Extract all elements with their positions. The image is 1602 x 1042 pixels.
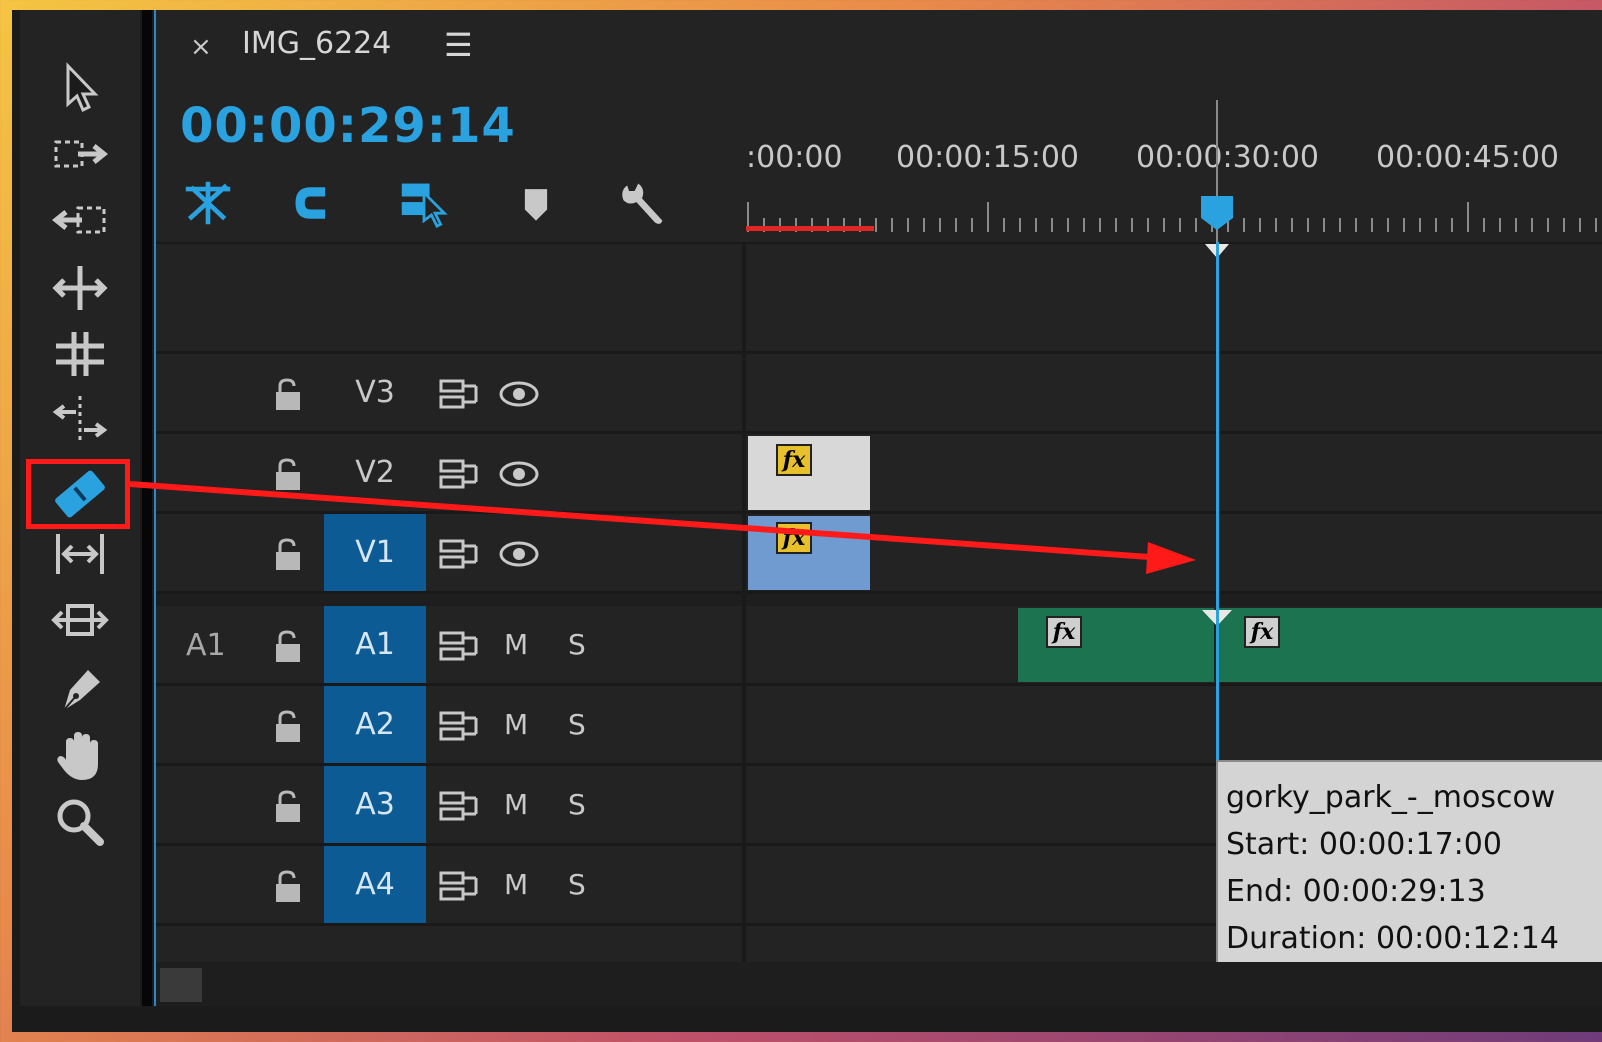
track-a2: A2 M S [156,686,1602,766]
add-marker-icon[interactable] [506,176,566,230]
track-select-backward-icon[interactable] [42,190,118,250]
track-header-v3: V3 [156,354,742,431]
track-a1: A1 A1 M S fx fx [156,606,1602,686]
sync-lock-icon[interactable] [438,538,480,570]
premiere-window: × IMG_6224 ☰ 00:00:29:14 :00:00 00:00:15… [12,10,1602,1032]
track-name-a4[interactable]: A4 [324,846,426,923]
track-visibility-eye-icon[interactable] [498,540,540,568]
track-v1: V1 fx [156,514,1602,594]
empty-track-area [156,244,1602,354]
solo-button[interactable]: S [568,628,586,661]
track-header-a1: A1 A1 M S [156,606,742,683]
track-name-v1[interactable]: V1 [324,514,426,591]
track-header-v1: V1 [156,514,742,591]
tooltip-end: End: 00:00:29:13 [1226,874,1486,909]
horizontal-scrollbar[interactable] [156,962,1602,1006]
snap-magnet-icon[interactable] [284,176,344,230]
slide-tool-icon[interactable] [42,590,118,650]
track-v2: V2 fx [156,434,1602,514]
hand-tool-icon[interactable] [42,726,118,786]
rate-stretch-icon[interactable] [42,390,118,450]
selection-tool-icon[interactable] [42,58,118,118]
solo-button[interactable]: S [568,788,586,821]
fx-badge: fx [776,444,812,476]
sync-lock-icon[interactable] [438,630,480,662]
track-lock-icon[interactable] [272,536,304,572]
panel-divider [142,10,152,1006]
nest-sequence-icon[interactable] [178,176,238,230]
timeline-settings-wrench-icon[interactable] [612,176,672,230]
pen-tool-icon[interactable] [42,658,118,718]
solo-button[interactable]: S [568,868,586,901]
sequence-tab-title[interactable]: IMG_6224 [242,26,391,61]
work-area-bar [746,226,874,231]
track-name-v3[interactable]: V3 [324,354,426,431]
mute-button[interactable]: M [504,788,528,821]
panel-menu-icon[interactable]: ☰ [444,26,473,64]
ruler-label-45: 00:00:45:00 [1376,140,1560,175]
video-clip-v1[interactable]: fx [748,516,870,590]
tooltip-duration: Duration: 00:00:12:14 [1226,921,1559,956]
track-lock-icon[interactable] [272,788,304,824]
track-header-a2: A2 M S [156,686,742,763]
mute-button[interactable]: M [504,868,528,901]
time-ruler[interactable] [746,196,1602,238]
sync-lock-icon[interactable] [438,790,480,822]
ruler-label-0: :00:00 [746,140,843,175]
video-audio-divider [156,594,1602,606]
track-lock-icon[interactable] [272,376,304,412]
sync-lock-icon[interactable] [438,458,480,490]
track-header-divider[interactable] [742,242,746,962]
track-v3: V3 [156,354,1602,434]
ruler-label-15: 00:00:15:00 [896,140,1080,175]
track-header-a3: A3 M S [156,766,742,843]
track-lock-icon[interactable] [272,868,304,904]
video-clip-v2[interactable]: fx [748,436,870,510]
track-visibility-eye-icon[interactable] [498,460,540,488]
track-name-a1[interactable]: A1 [324,606,426,683]
mute-button[interactable]: M [504,628,528,661]
source-patch-a1[interactable]: A1 [186,628,226,663]
track-name-a3[interactable]: A3 [324,766,426,843]
timeline-panel: × IMG_6224 ☰ 00:00:29:14 :00:00 00:00:15… [154,10,1602,1006]
track-lock-icon[interactable] [272,708,304,744]
sync-lock-icon[interactable] [438,378,480,410]
track-visibility-eye-icon[interactable] [498,380,540,408]
zoom-tool-icon[interactable] [42,792,118,852]
linked-selection-icon[interactable] [394,176,454,230]
track-header-v2: V2 [156,434,742,511]
scrollbar-thumb[interactable] [160,968,202,1002]
razor-tool-highlight-box [26,459,130,529]
solo-button[interactable]: S [568,708,586,741]
tab-close-button[interactable]: × [190,32,212,62]
fx-badge: fx [1046,616,1082,648]
playhead-line [1216,242,1219,764]
ruler-label-30: 00:00:30:00 [1136,140,1320,175]
slip-tool-icon[interactable] [42,524,118,584]
tooltip-start: Start: 00:00:17:00 [1226,827,1502,862]
fx-badge: fx [776,522,812,554]
fx-badge: fx [1244,616,1280,648]
audio-clip-a1-left[interactable]: fx [1018,608,1214,682]
track-name-a2[interactable]: A2 [324,686,426,763]
audio-clip-a1-right[interactable]: fx [1218,608,1602,682]
sync-lock-icon[interactable] [438,870,480,902]
ripple-edit-icon[interactable] [42,258,118,318]
playhead-timecode[interactable]: 00:00:29:14 [180,98,516,154]
track-lock-icon[interactable] [272,628,304,664]
clip-info-tooltip: gorky_park_-_moscow Start: 00:00:17:00 E… [1216,760,1602,964]
mute-button[interactable]: M [504,708,528,741]
track-name-v2[interactable]: V2 [324,434,426,511]
rolling-edit-icon[interactable] [42,324,118,384]
track-lock-icon[interactable] [272,456,304,492]
tooltip-clip-name: gorky_park_-_moscow [1226,780,1556,815]
sync-lock-icon[interactable] [438,710,480,742]
track-select-forward-icon[interactable] [42,124,118,184]
track-header-a4: A4 M S [156,846,742,923]
